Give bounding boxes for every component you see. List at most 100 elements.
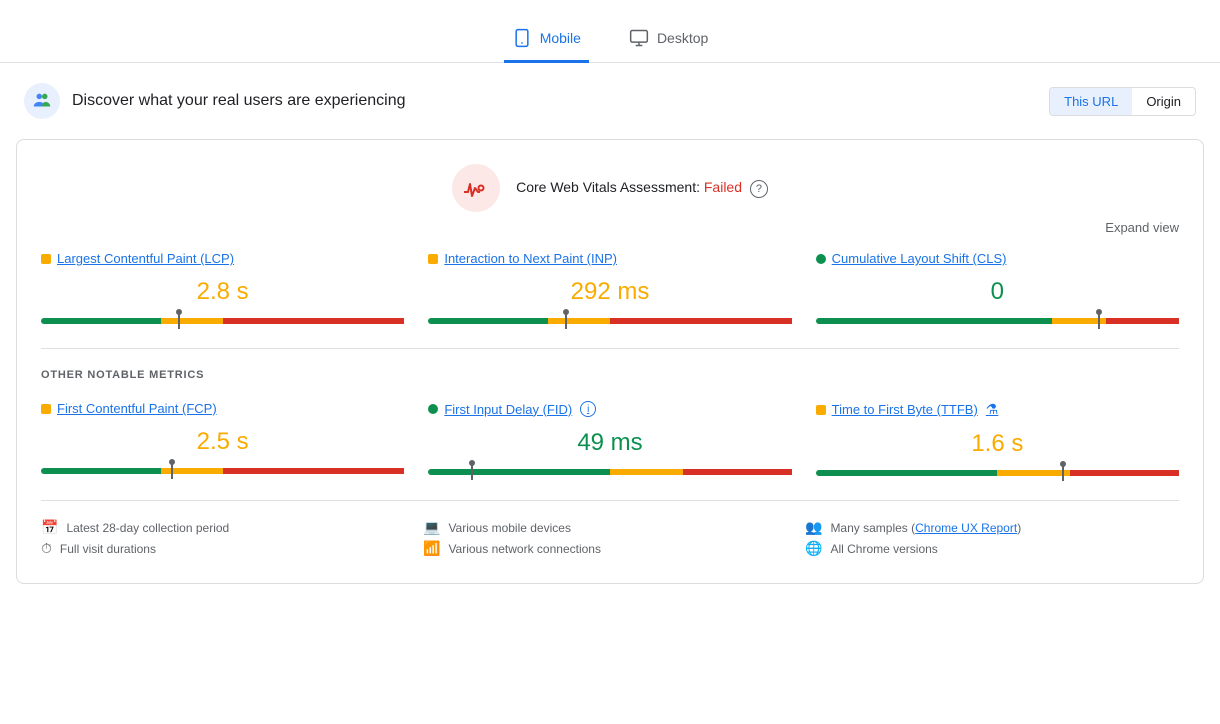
metric-label-ttfb[interactable]: Time to First Byte (TTFB) ⚗ bbox=[816, 401, 1179, 418]
gauge-bar-inp bbox=[428, 318, 791, 324]
metric-item-ttfb: Time to First Byte (TTFB) ⚗ 1.6 s bbox=[816, 401, 1179, 476]
users-icon bbox=[31, 90, 53, 112]
assessment-help-icon[interactable]: ? bbox=[750, 180, 768, 198]
gauge-bar-lcp bbox=[41, 318, 404, 324]
footer-icon: 📶 bbox=[423, 540, 440, 557]
expand-link[interactable]: Expand view bbox=[1105, 220, 1179, 235]
gauge-marker-inp bbox=[565, 313, 567, 329]
footer-link[interactable]: Chrome UX Report bbox=[915, 521, 1017, 535]
page-header: Discover what your real users are experi… bbox=[0, 63, 1220, 139]
footer-text: Many samples (Chrome UX Report) bbox=[830, 521, 1021, 535]
metric-item-fid: First Input Delay (FID) i 49 ms bbox=[428, 401, 791, 476]
footer-text: Various network connections bbox=[448, 542, 601, 556]
metric-label-fid[interactable]: First Input Delay (FID) i bbox=[428, 401, 791, 417]
footer-item: 🌐All Chrome versions bbox=[805, 538, 1179, 559]
gauge-segment bbox=[683, 469, 792, 475]
gauge-segment bbox=[223, 468, 405, 474]
footer-icon: 👥 bbox=[805, 519, 822, 536]
gauge-segment bbox=[997, 470, 1070, 476]
gauge-bar-cls bbox=[816, 318, 1179, 324]
metric-value-fcp: 2.5 s bbox=[41, 420, 404, 460]
avatar bbox=[24, 83, 60, 119]
metric-item-fcp: First Contentful Paint (FCP) 2.5 s bbox=[41, 401, 404, 476]
footer-text: Latest 28-day collection period bbox=[66, 521, 229, 535]
footer-col-1: 💻 Various mobile devices 📶 Various network … bbox=[423, 517, 797, 559]
footer-icon: 💻 bbox=[423, 519, 440, 536]
expand-row: Expand view bbox=[41, 220, 1179, 235]
metric-value-ttfb: 1.6 s bbox=[816, 422, 1179, 462]
gauge-bar-ttfb bbox=[816, 470, 1179, 476]
gauge-bar-fid bbox=[428, 469, 791, 475]
footer-item: 👥 Many samples (Chrome UX Report) bbox=[805, 517, 1179, 538]
metric-value-fid: 49 ms bbox=[428, 421, 791, 461]
gauge-segment bbox=[816, 318, 1052, 324]
footer-icon: 📅 bbox=[41, 519, 58, 536]
metric-item-inp: Interaction to Next Paint (INP) 292 ms bbox=[428, 251, 791, 324]
header-title: Discover what your real users are experi… bbox=[72, 92, 405, 110]
footer-col-2: 👥 Many samples (Chrome UX Report) 🌐All Chr… bbox=[805, 517, 1179, 559]
gauge-segment bbox=[41, 318, 161, 324]
assessment-text: Core Web Vitals Assessment: Failed ? bbox=[516, 179, 768, 198]
metric-item-cls: Cumulative Layout Shift (CLS) 0 bbox=[816, 251, 1179, 324]
url-toggle: This URL Origin bbox=[1049, 87, 1196, 116]
gauge-segment bbox=[428, 318, 548, 324]
divider bbox=[41, 348, 1179, 349]
metric-label-inp[interactable]: Interaction to Next Paint (INP) bbox=[428, 251, 791, 266]
gauge-segment bbox=[161, 318, 223, 324]
assessment-icon bbox=[452, 164, 500, 212]
footer: 📅 Latest 28-day collection period ⏱Full vi… bbox=[41, 500, 1179, 559]
footer-text: Various mobile devices bbox=[448, 521, 571, 535]
metric-dot-inp bbox=[428, 254, 438, 264]
metric-label-lcp[interactable]: Largest Contentful Paint (LCP) bbox=[41, 251, 404, 266]
tab-mobile[interactable]: Mobile bbox=[504, 16, 589, 63]
gauge-segment bbox=[428, 469, 610, 475]
metric-dot-fcp bbox=[41, 404, 51, 414]
assessment-status: Failed bbox=[704, 179, 742, 195]
gauge-segment bbox=[223, 318, 405, 324]
footer-item: ⏱Full visit durations bbox=[41, 538, 415, 559]
assessment-header: Core Web Vitals Assessment: Failed ? bbox=[41, 164, 1179, 212]
metric-label-fcp[interactable]: First Contentful Paint (FCP) bbox=[41, 401, 404, 416]
footer-icon: 🌐 bbox=[805, 540, 822, 557]
mobile-icon bbox=[512, 28, 532, 48]
metric-label-text-lcp: Largest Contentful Paint (LCP) bbox=[57, 251, 234, 266]
metric-label-text-cls: Cumulative Layout Shift (CLS) bbox=[832, 251, 1007, 266]
assessment-title: Core Web Vitals Assessment: bbox=[516, 179, 700, 195]
header-left: Discover what your real users are experi… bbox=[24, 83, 405, 119]
gauge-marker-fid bbox=[471, 464, 473, 480]
gauge-segment bbox=[816, 470, 998, 476]
other-metrics-grid: First Contentful Paint (FCP) 2.5 s First… bbox=[41, 401, 1179, 476]
footer-item: 💻 Various mobile devices bbox=[423, 517, 797, 538]
tab-desktop[interactable]: Desktop bbox=[621, 16, 716, 63]
this-url-button[interactable]: This URL bbox=[1050, 88, 1132, 115]
gauge-segment bbox=[610, 318, 792, 324]
metric-dot-cls bbox=[816, 254, 826, 264]
other-metrics-label: OTHER NOTABLE METRICS bbox=[41, 369, 1179, 381]
desktop-icon bbox=[629, 28, 649, 48]
vitals-chart-icon bbox=[462, 178, 490, 198]
metric-dot-fid bbox=[428, 404, 438, 414]
gauge-segment bbox=[41, 468, 161, 474]
footer-item: 📶 Various network connections bbox=[423, 538, 797, 559]
metric-label-text-ttfb: Time to First Byte (TTFB) bbox=[832, 402, 978, 417]
metric-value-cls: 0 bbox=[816, 270, 1179, 310]
gauge-marker-ttfb bbox=[1062, 465, 1064, 481]
metric-label-cls[interactable]: Cumulative Layout Shift (CLS) bbox=[816, 251, 1179, 266]
gauge-segment bbox=[1070, 470, 1179, 476]
info-icon[interactable]: i bbox=[580, 401, 596, 417]
metric-value-lcp: 2.8 s bbox=[41, 270, 404, 310]
metric-label-text-inp: Interaction to Next Paint (INP) bbox=[444, 251, 617, 266]
gauge-bar-fcp bbox=[41, 468, 404, 474]
main-card: Core Web Vitals Assessment: Failed ? Exp… bbox=[16, 139, 1204, 584]
tab-desktop-label: Desktop bbox=[657, 30, 708, 46]
gauge-marker-lcp bbox=[178, 313, 180, 329]
footer-item: 📅 Latest 28-day collection period bbox=[41, 517, 415, 538]
core-metrics-grid: Largest Contentful Paint (LCP) 2.8 s Int… bbox=[41, 251, 1179, 324]
origin-button[interactable]: Origin bbox=[1132, 88, 1195, 115]
metric-dot-lcp bbox=[41, 254, 51, 264]
metric-item-lcp: Largest Contentful Paint (LCP) 2.8 s bbox=[41, 251, 404, 324]
tab-bar: Mobile Desktop bbox=[0, 0, 1220, 63]
metric-label-text-fcp: First Contentful Paint (FCP) bbox=[57, 401, 217, 416]
gauge-segment bbox=[1106, 318, 1179, 324]
tab-mobile-label: Mobile bbox=[540, 30, 581, 46]
